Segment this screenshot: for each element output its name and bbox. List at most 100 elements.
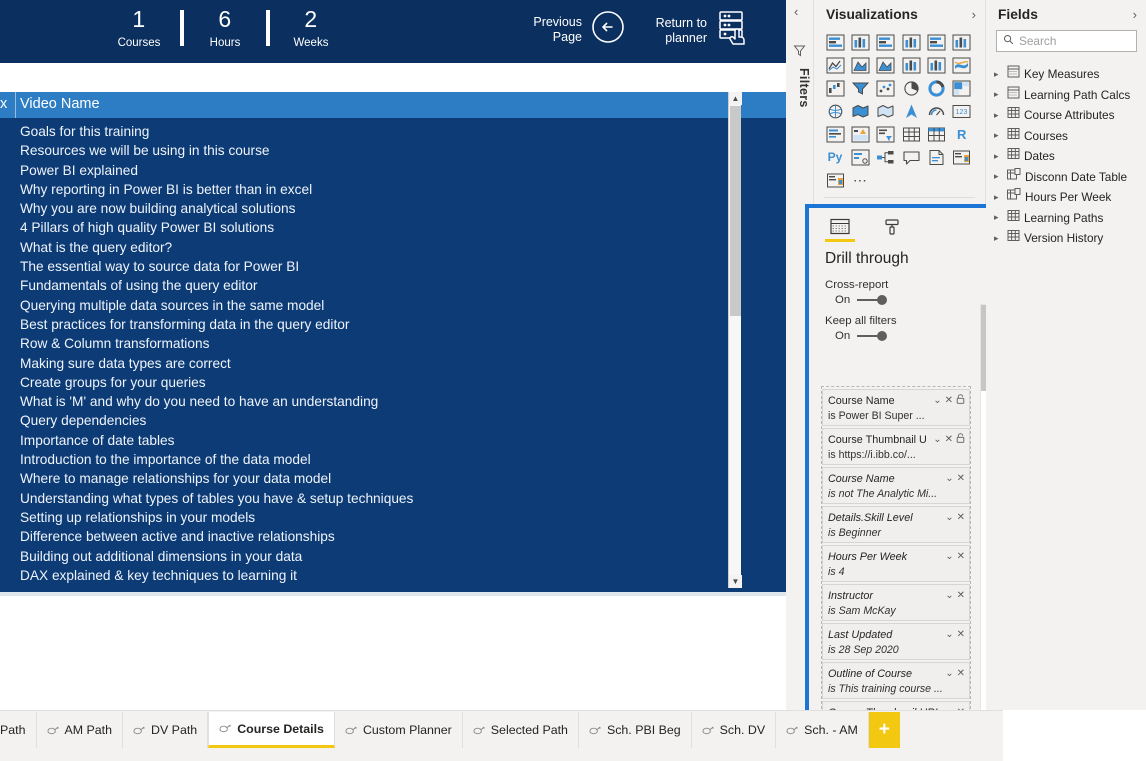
multi-row-card-icon[interactable] xyxy=(824,124,846,144)
table-row[interactable]: DAX explained & key techniques to learni… xyxy=(0,566,740,585)
visualization-type-gallery[interactable]: 123 R Py ⋯ xyxy=(814,28,985,192)
cross-report-toggle[interactable] xyxy=(857,294,888,306)
table-row[interactable]: Fundamentals of using the query editor xyxy=(0,276,740,295)
chevron-right-icon[interactable]: ▸ xyxy=(994,69,1003,80)
chevron-right-icon[interactable]: ▸ xyxy=(994,171,1003,182)
remove-field-icon[interactable]: ✕ xyxy=(957,473,965,485)
keep-all-filters-toggle[interactable] xyxy=(857,330,888,342)
kpi-icon[interactable] xyxy=(849,124,871,144)
card-icon[interactable]: 123 xyxy=(951,101,973,121)
stacked-column-chart-icon[interactable] xyxy=(849,32,871,52)
keep-all-filters-toggle-row[interactable]: On xyxy=(823,330,983,342)
scrollbar-thumb[interactable] xyxy=(730,106,741,316)
chevron-right-icon[interactable]: ▸ xyxy=(994,192,1003,203)
matrix-icon[interactable] xyxy=(925,124,947,144)
page-tab[interactable]: Selected Path xyxy=(462,712,579,748)
funnel-chart-icon[interactable] xyxy=(849,78,871,98)
table-row[interactable]: Why reporting in Power BI is better than… xyxy=(0,180,740,199)
page-tab[interactable]: AM Path xyxy=(36,712,124,748)
drill-through-field-card[interactable]: Hours Per Week ⌄ ✕ is 4 xyxy=(822,545,970,582)
toggle-knob[interactable] xyxy=(877,295,888,305)
fields-table-item[interactable]: ▸ Courses xyxy=(990,126,1146,147)
filled-map-icon[interactable] xyxy=(849,101,871,121)
fields-table-item[interactable]: ▸ Course Attributes xyxy=(990,105,1146,126)
table-row[interactable]: The essential way to source data for Pow… xyxy=(0,257,740,276)
chevron-down-icon[interactable]: ⌄ xyxy=(945,668,953,680)
page-tab[interactable]: Sch. PBI Beg xyxy=(578,712,692,748)
page-tab[interactable]: Sch. - AM xyxy=(776,712,869,748)
donut-chart-icon[interactable] xyxy=(925,78,947,98)
remove-field-icon[interactable]: ✕ xyxy=(945,395,953,407)
chevron-down-icon[interactable]: ⌄ xyxy=(945,629,953,641)
key-influencers-icon[interactable] xyxy=(849,147,871,167)
lock-icon[interactable] xyxy=(956,432,965,447)
remove-field-icon[interactable]: ✕ xyxy=(957,629,965,641)
drill-through-field-card[interactable]: Instructor ⌄ ✕ is Sam McKay xyxy=(822,584,970,621)
tab-fields[interactable] xyxy=(825,218,855,242)
table-row[interactable]: Querying multiple data sources in the sa… xyxy=(0,296,740,315)
map-icon[interactable] xyxy=(824,101,846,121)
chevron-down-icon[interactable]: ⌄ xyxy=(933,434,941,446)
stacked-area-chart-icon[interactable] xyxy=(875,55,897,75)
table-row[interactable]: Power BI explained xyxy=(0,161,740,180)
waterfall-chart-icon[interactable] xyxy=(824,78,846,98)
table-row[interactable]: Introduction to the importance of the da… xyxy=(0,450,740,469)
drill-through-field-card[interactable]: Course Thumbnail U ⌄ ✕ is https://i.ibb.co/… xyxy=(822,428,970,465)
chevron-right-icon[interactable]: ▸ xyxy=(994,110,1003,121)
table-row[interactable]: Difference between active and inactive r… xyxy=(0,527,740,546)
page-tab[interactable]: Custom Planner xyxy=(334,712,463,748)
table-row[interactable]: Making sure data types are correct xyxy=(0,354,740,373)
shape-map-icon[interactable] xyxy=(875,101,897,121)
line-clustered-column-chart-icon[interactable] xyxy=(925,55,947,75)
page-tab[interactable]: Path xyxy=(0,712,37,748)
table-row[interactable]: Resources we will be using in this cours… xyxy=(0,141,740,160)
previous-page-button[interactable]: Previous Page xyxy=(520,9,626,50)
gauge-icon[interactable] xyxy=(925,101,947,121)
stacked-bar-chart-icon[interactable] xyxy=(824,32,846,52)
ribbon-chart-icon[interactable] xyxy=(951,55,973,75)
clustered-column-chart-icon[interactable] xyxy=(900,32,922,52)
power-apps-icon[interactable] xyxy=(824,170,846,190)
arcgis-map-icon[interactable] xyxy=(900,101,922,121)
add-page-button[interactable]: + xyxy=(868,712,900,748)
chevron-down-icon[interactable]: ⌄ xyxy=(945,473,953,485)
table-row[interactable]: Understanding what types of tables you h… xyxy=(0,489,740,508)
chevron-down-icon[interactable]: ⌄ xyxy=(945,551,953,563)
table-row[interactable]: Row & Column transformations xyxy=(0,334,740,353)
fields-table-item[interactable]: ▸ Key Measures xyxy=(990,64,1146,85)
toggle-knob[interactable] xyxy=(877,331,888,341)
remove-field-icon[interactable]: ✕ xyxy=(957,551,965,563)
chevron-right-icon[interactable]: ▸ xyxy=(994,151,1003,162)
chevron-down-icon[interactable]: ⌄ xyxy=(945,590,953,602)
return-to-planner-button[interactable]: Return to planner xyxy=(645,9,757,52)
table-header-video-name[interactable]: Video Name xyxy=(20,96,100,112)
table-row[interactable]: Building out additional dimensions in yo… xyxy=(0,547,740,566)
scatter-chart-icon[interactable] xyxy=(875,78,897,98)
area-chart-icon[interactable] xyxy=(849,55,871,75)
page-tab[interactable]: Course Details xyxy=(208,712,335,748)
line-stacked-column-chart-icon[interactable] xyxy=(900,55,922,75)
remove-field-icon[interactable]: ✕ xyxy=(957,590,965,602)
fields-table-item[interactable]: ▸ Disconn Date Table xyxy=(990,167,1146,188)
table-body[interactable]: Goals for this training Resources we will… xyxy=(0,122,740,588)
line-chart-icon[interactable] xyxy=(824,55,846,75)
chevron-right-icon[interactable]: ▸ xyxy=(994,212,1003,223)
smart-narrative-icon[interactable] xyxy=(951,147,973,167)
drill-through-tab-strip[interactable] xyxy=(823,214,983,242)
fields-table-item[interactable]: ▸ Learning Paths xyxy=(990,208,1146,229)
page-tab-bar[interactable]: Path AM Path DV Path Course Details Custom P… xyxy=(0,710,1003,761)
slicer-icon[interactable] xyxy=(875,124,897,144)
100-stacked-column-chart-icon[interactable] xyxy=(951,32,973,52)
chevron-right-icon[interactable]: › xyxy=(972,7,976,22)
lock-icon[interactable] xyxy=(956,393,965,408)
remove-field-icon[interactable]: ✕ xyxy=(957,512,965,524)
page-tab[interactable]: Sch. DV xyxy=(691,712,777,748)
remove-field-icon[interactable]: ✕ xyxy=(945,434,953,446)
chevron-left-icon[interactable]: ‹ xyxy=(794,4,798,19)
video-name-table-visual[interactable]: x Video Name Goals for this training Reso… xyxy=(0,92,786,592)
fields-table-item[interactable]: ▸ Version History xyxy=(990,228,1146,249)
chevron-right-icon[interactable]: › xyxy=(1133,7,1137,22)
pie-chart-icon[interactable] xyxy=(900,78,922,98)
table-row[interactable]: What is the query editor? xyxy=(0,238,740,257)
table-row[interactable]: 4 Pillars of high quality Power BI solut… xyxy=(0,218,740,237)
